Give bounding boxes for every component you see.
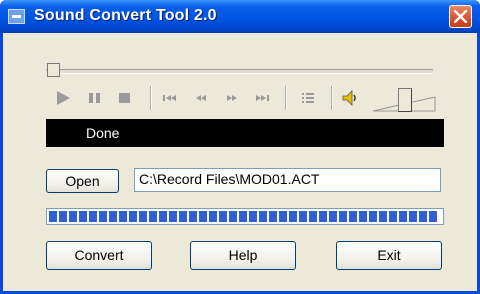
progress-segment: [169, 211, 177, 222]
progress-segment: [239, 211, 247, 222]
progress-segment: [299, 211, 307, 222]
skip-start-icon[interactable]: [158, 89, 180, 107]
close-button[interactable]: [449, 5, 472, 28]
fast-forward-icon[interactable]: [221, 89, 243, 107]
progress-segment: [409, 211, 417, 222]
stop-icon[interactable]: [114, 89, 136, 107]
progress-segment: [219, 211, 227, 222]
open-button[interactable]: Open: [46, 169, 119, 193]
toolbar-separator: [150, 86, 152, 110]
progress-segment: [369, 211, 377, 222]
skip-end-icon[interactable]: [252, 89, 274, 107]
progress-segment: [149, 211, 157, 222]
progress-segment: [399, 211, 407, 222]
progress-segment: [139, 211, 147, 222]
progress-segment: [209, 211, 217, 222]
seek-thumb[interactable]: [47, 63, 60, 77]
title-bar[interactable]: Sound Convert Tool 2.0: [0, 0, 480, 33]
conversion-progress-bar: [46, 208, 444, 225]
status-display: Done: [46, 119, 444, 147]
progress-segment: [99, 211, 107, 222]
progress-segment: [429, 211, 437, 222]
progress-segment: [329, 211, 337, 222]
progress-segment: [229, 211, 237, 222]
progress-segment: [389, 211, 397, 222]
convert-button-label: Convert: [74, 247, 124, 263]
status-text: Done: [86, 125, 120, 141]
progress-segment: [289, 211, 297, 222]
progress-segment: [89, 211, 97, 222]
seek-track[interactable]: [46, 69, 433, 74]
pause-icon[interactable]: [84, 89, 106, 107]
file-path-field[interactable]: C:\Record Files\MOD01.ACT: [134, 168, 441, 192]
progress-segment: [339, 211, 347, 222]
close-icon: [454, 10, 467, 23]
progress-segment: [199, 211, 207, 222]
progress-segment: [129, 211, 137, 222]
progress-segment: [419, 211, 427, 222]
progress-segment: [249, 211, 257, 222]
speaker-icon[interactable]: [340, 89, 362, 107]
progress-segment: [259, 211, 267, 222]
toolbar-separator: [285, 86, 287, 110]
convert-button[interactable]: Convert: [46, 241, 152, 270]
progress-segment: [179, 211, 187, 222]
progress-segment: [69, 211, 77, 222]
volume-slider-thumb[interactable]: [398, 88, 412, 112]
progress-segment: [49, 211, 57, 222]
playlist-icon[interactable]: [297, 89, 319, 107]
toolbar-separator: [331, 86, 333, 110]
progress-segment: [309, 211, 317, 222]
app-icon: [8, 9, 25, 24]
progress-segment: [159, 211, 167, 222]
progress-segment: [279, 211, 287, 222]
window-title: Sound Convert Tool 2.0: [34, 7, 217, 24]
progress-segment: [319, 211, 327, 222]
progress-segment: [109, 211, 117, 222]
progress-segment: [379, 211, 387, 222]
progress-segment: [189, 211, 197, 222]
progress-segment: [119, 211, 127, 222]
play-icon[interactable]: [53, 89, 75, 107]
progress-segment: [349, 211, 357, 222]
help-button[interactable]: Help: [190, 241, 296, 270]
exit-button-label: Exit: [377, 247, 401, 263]
progress-segment: [59, 211, 67, 222]
rewind-icon[interactable]: [190, 89, 212, 107]
help-button-label: Help: [228, 247, 258, 263]
progress-segment: [269, 211, 277, 222]
exit-button[interactable]: Exit: [336, 241, 442, 270]
open-button-label: Open: [65, 173, 100, 189]
progress-segment: [79, 211, 87, 222]
progress-segment: [359, 211, 367, 222]
